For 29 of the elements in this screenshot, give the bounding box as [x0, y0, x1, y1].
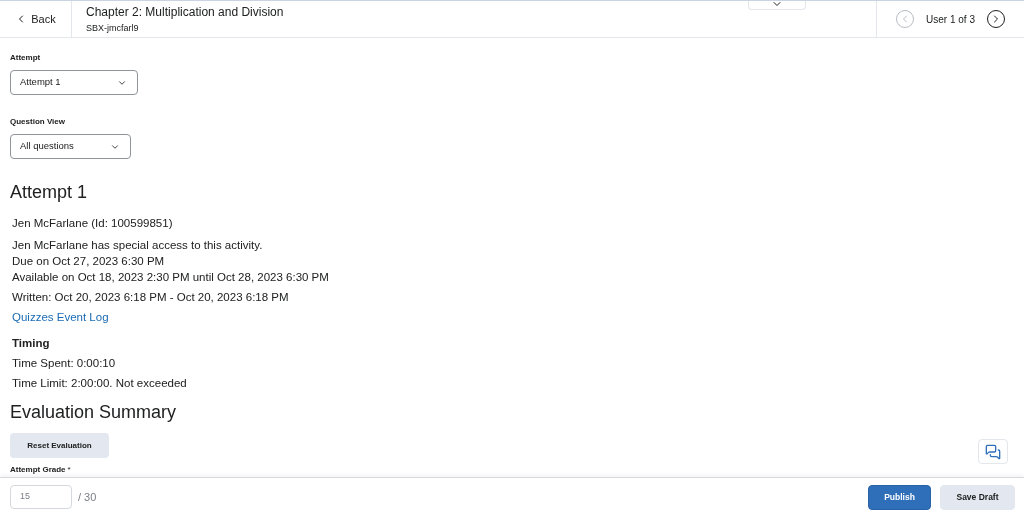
evaluation-heading: Evaluation Summary: [10, 401, 178, 424]
event-log-link[interactable]: Quizzes Event Log: [12, 309, 109, 325]
written-time: Written: Oct 20, 2023 6:18 PM - Oct 20, 2023 6:18 PM: [12, 290, 290, 305]
course-code: SBX-jmcfarl9: [86, 23, 140, 33]
field-label: Attempt: [10, 52, 42, 64]
save-draft-button[interactable]: Save Draft: [940, 484, 1015, 510]
attempt-info-line: Due on Oct 27, 2023 6:30 PM: [12, 254, 166, 269]
grade-input[interactable]: 15: [10, 485, 72, 509]
grade-total: / 30: [78, 489, 97, 505]
back-button[interactable]: Back: [0, 1, 72, 37]
dropdown-select[interactable]: Attempt 1: [10, 70, 138, 95]
user-counter: User 1 of 3: [926, 12, 975, 27]
field-label: Attempt Grade: [10, 464, 66, 476]
feedback-button[interactable]: [978, 439, 1008, 464]
collapse-toggle[interactable]: [748, 1, 807, 10]
chat-bubbles-icon: [985, 443, 1001, 460]
publish-button[interactable]: Publish: [868, 484, 931, 510]
student-name: Jen McFarlane (Id: 100599851): [12, 216, 174, 231]
timing-line: Time Limit: 2:00:00. Not exceeded: [12, 376, 188, 391]
dropdown-select[interactable]: All questions: [10, 134, 131, 159]
attempt-info-line: Available on Oct 18, 2023 2:30 PM until Oct 28, 2023 6:30 PM: [12, 270, 330, 285]
activity-title: Chapter 2: Multiplication and Division: [86, 5, 284, 18]
required-mark: *: [67, 464, 71, 476]
field-label: Question View: [10, 116, 66, 128]
attempt-heading: Attempt 1: [10, 181, 89, 204]
reset-evaluation-button[interactable]: Reset Evaluation: [10, 433, 109, 458]
timing-heading: Timing: [12, 336, 51, 351]
attempt-info-line: Jen McFarlane has special access to this activity.: [12, 238, 264, 253]
timing-line: Time Spent: 0:00:10: [12, 356, 117, 371]
